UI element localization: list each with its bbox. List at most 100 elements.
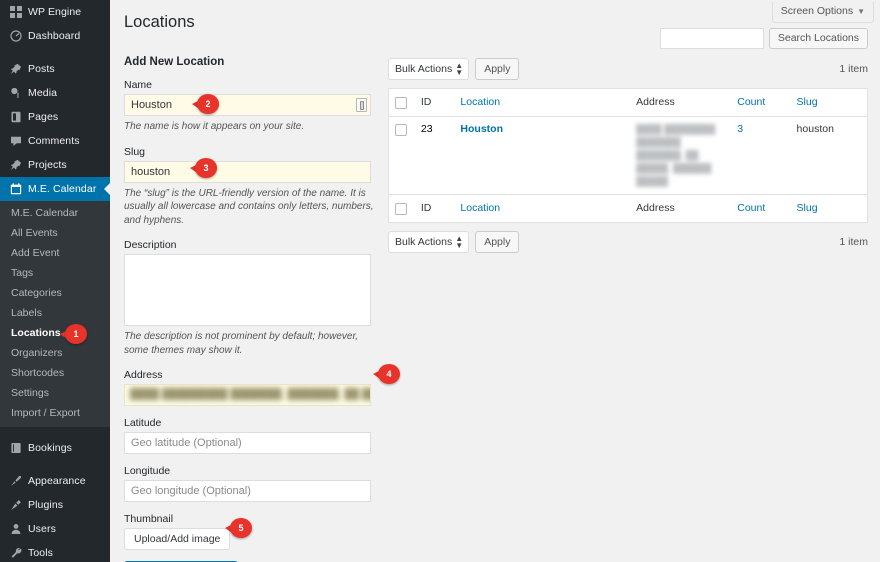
select-all-header[interactable] bbox=[389, 89, 415, 117]
form-heading: Add New Location bbox=[124, 56, 374, 68]
autofill-icon[interactable] bbox=[356, 98, 367, 112]
apply-button-top[interactable]: Apply bbox=[475, 58, 519, 80]
sidebar-item-label: Comments bbox=[28, 135, 80, 147]
callout-number: 3 bbox=[195, 158, 217, 178]
sidebar-item-label: M.E. Calendar bbox=[28, 183, 96, 195]
main-content: Screen Options▼ Locations Search Locatio… bbox=[110, 0, 880, 562]
sidebar-item-projects[interactable]: Projects bbox=[0, 153, 110, 177]
sidebar-item-wp-engine[interactable]: WP Engine bbox=[0, 0, 110, 24]
row-location-link[interactable]: Houston bbox=[460, 123, 503, 135]
submenu-item-import-export[interactable]: Import / Export bbox=[0, 403, 110, 423]
comment-icon bbox=[8, 135, 23, 147]
sidebar-item-bookings[interactable]: Bookings bbox=[0, 436, 110, 460]
sidebar-item-posts[interactable]: Posts bbox=[0, 57, 110, 81]
item-count-top: 1 item bbox=[839, 63, 868, 75]
row-location[interactable]: Houston bbox=[454, 117, 630, 195]
description-textarea[interactable] bbox=[124, 254, 371, 326]
callout-number: 2 bbox=[197, 94, 219, 114]
sidebar-item-plugins[interactable]: Plugins bbox=[0, 493, 110, 517]
callout-badge-1: 1 bbox=[60, 324, 87, 344]
users-icon bbox=[8, 523, 23, 535]
submenu-item-categories[interactable]: Categories bbox=[0, 283, 110, 303]
row-count[interactable]: 3 bbox=[731, 117, 790, 195]
submenu-item-locations[interactable]: Locations bbox=[0, 323, 110, 343]
name-label: Name bbox=[124, 79, 374, 91]
apply-button-bottom[interactable]: Apply bbox=[475, 231, 519, 253]
bulk-actions-label-bottom: Bulk Actions bbox=[395, 236, 452, 248]
row-checkbox[interactable] bbox=[395, 124, 407, 136]
footer-slug[interactable]: Slug bbox=[791, 195, 868, 223]
select-all-checkbox[interactable] bbox=[395, 97, 407, 109]
submenu-item-tags[interactable]: Tags bbox=[0, 263, 110, 283]
footer-count-link[interactable]: Count bbox=[737, 202, 765, 214]
submenu-item-me-calendar[interactable]: M.E. Calendar bbox=[0, 203, 110, 223]
brush-icon bbox=[8, 475, 23, 487]
select-all-footer[interactable] bbox=[389, 195, 415, 223]
header-slug-link[interactable]: Slug bbox=[797, 96, 818, 108]
updown-arrows-icon: ▲▼ bbox=[455, 235, 463, 249]
sidebar-item-label: Bookings bbox=[28, 442, 72, 454]
footer-count[interactable]: Count bbox=[731, 195, 790, 223]
header-count[interactable]: Count bbox=[731, 89, 790, 117]
address-input[interactable]: ████ █████████ ███████, ███████, ██ ████… bbox=[124, 384, 371, 406]
sidebar-item-label: WP Engine bbox=[28, 6, 81, 18]
submenu-item-organizers[interactable]: Organizers bbox=[0, 343, 110, 363]
slug-label: Slug bbox=[124, 146, 374, 158]
submenu-item-settings[interactable]: Settings bbox=[0, 383, 110, 403]
sidebar-item-pages[interactable]: Pages bbox=[0, 105, 110, 129]
callout-number: 1 bbox=[65, 324, 87, 344]
header-count-link[interactable]: Count bbox=[737, 96, 765, 108]
row-checkbox-cell[interactable] bbox=[389, 117, 415, 195]
sidebar-item-label: Tools bbox=[28, 547, 53, 559]
bulk-actions-select-bottom[interactable]: Bulk Actions ▲▼ bbox=[388, 231, 469, 253]
sidebar-item-me-calendar[interactable]: M.E. Calendar bbox=[0, 177, 110, 201]
submenu-item-shortcodes[interactable]: Shortcodes bbox=[0, 363, 110, 383]
media-icon bbox=[8, 87, 23, 99]
sidebar-item-comments[interactable]: Comments bbox=[0, 129, 110, 153]
sidebar-item-users[interactable]: Users bbox=[0, 517, 110, 541]
item-count-bottom: 1 item bbox=[839, 236, 868, 248]
page-icon bbox=[8, 111, 23, 123]
sidebar-item-appearance[interactable]: Appearance bbox=[0, 469, 110, 493]
longitude-input[interactable] bbox=[124, 480, 371, 502]
sidebar-item-label: Projects bbox=[28, 159, 67, 171]
screen-options-toggle[interactable]: Screen Options▼ bbox=[772, 2, 874, 23]
footer-location[interactable]: Location bbox=[454, 195, 630, 223]
header-location-link[interactable]: Location bbox=[460, 96, 500, 108]
updown-arrows-icon: ▲▼ bbox=[455, 62, 463, 76]
upload-add-image-button[interactable]: Upload/Add image bbox=[124, 528, 230, 550]
sidebar-item-label: Posts bbox=[28, 63, 55, 75]
sidebar-item-tools[interactable]: Tools bbox=[0, 541, 110, 562]
submenu-item-labels[interactable]: Labels bbox=[0, 303, 110, 323]
slug-input[interactable] bbox=[124, 161, 371, 183]
sidebar-divider bbox=[0, 427, 110, 436]
header-location[interactable]: Location bbox=[454, 89, 630, 117]
submenu-item-all-events[interactable]: All Events bbox=[0, 223, 110, 243]
table-head: ID Location Address Count Slug bbox=[389, 89, 868, 117]
callout-badge-2: 2 bbox=[192, 94, 219, 114]
sidebar-item-label: Media bbox=[28, 87, 57, 99]
name-input[interactable] bbox=[124, 94, 371, 116]
footer-location-link[interactable]: Location bbox=[460, 202, 500, 214]
sidebar-item-dashboard[interactable]: Dashboard bbox=[0, 24, 110, 48]
search-locations-form: Search Locations bbox=[660, 28, 868, 49]
search-locations-button[interactable]: Search Locations bbox=[769, 28, 868, 49]
submenu-item-add-event[interactable]: Add Event bbox=[0, 243, 110, 263]
row-address-redacted: ████ ████████ ███████ ███████, ██ █████,… bbox=[636, 124, 715, 186]
footer-address: Address bbox=[630, 195, 731, 223]
latitude-input[interactable] bbox=[124, 432, 371, 454]
wp-admin-screen: WP Engine Dashboard Posts Media Pa bbox=[0, 0, 880, 562]
sidebar-item-label: Pages bbox=[28, 111, 58, 123]
select-all-checkbox-footer[interactable] bbox=[395, 203, 407, 215]
me-calendar-submenu: M.E. Calendar All Events Add Event Tags … bbox=[0, 201, 110, 427]
header-slug[interactable]: Slug bbox=[791, 89, 868, 117]
bulk-actions-select-top[interactable]: Bulk Actions ▲▼ bbox=[388, 58, 469, 80]
footer-slug-link[interactable]: Slug bbox=[797, 202, 818, 214]
callout-number: 4 bbox=[378, 364, 400, 384]
locations-table-panel: Bulk Actions ▲▼ Apply 1 item ID Location… bbox=[388, 56, 868, 261]
latitude-label: Latitude bbox=[124, 417, 374, 429]
bulk-actions-label: Bulk Actions bbox=[395, 63, 452, 75]
table-row: 23 Houston ████ ████████ ███████ ███████… bbox=[389, 117, 868, 195]
sidebar-item-media[interactable]: Media bbox=[0, 81, 110, 105]
search-input[interactable] bbox=[660, 28, 764, 49]
